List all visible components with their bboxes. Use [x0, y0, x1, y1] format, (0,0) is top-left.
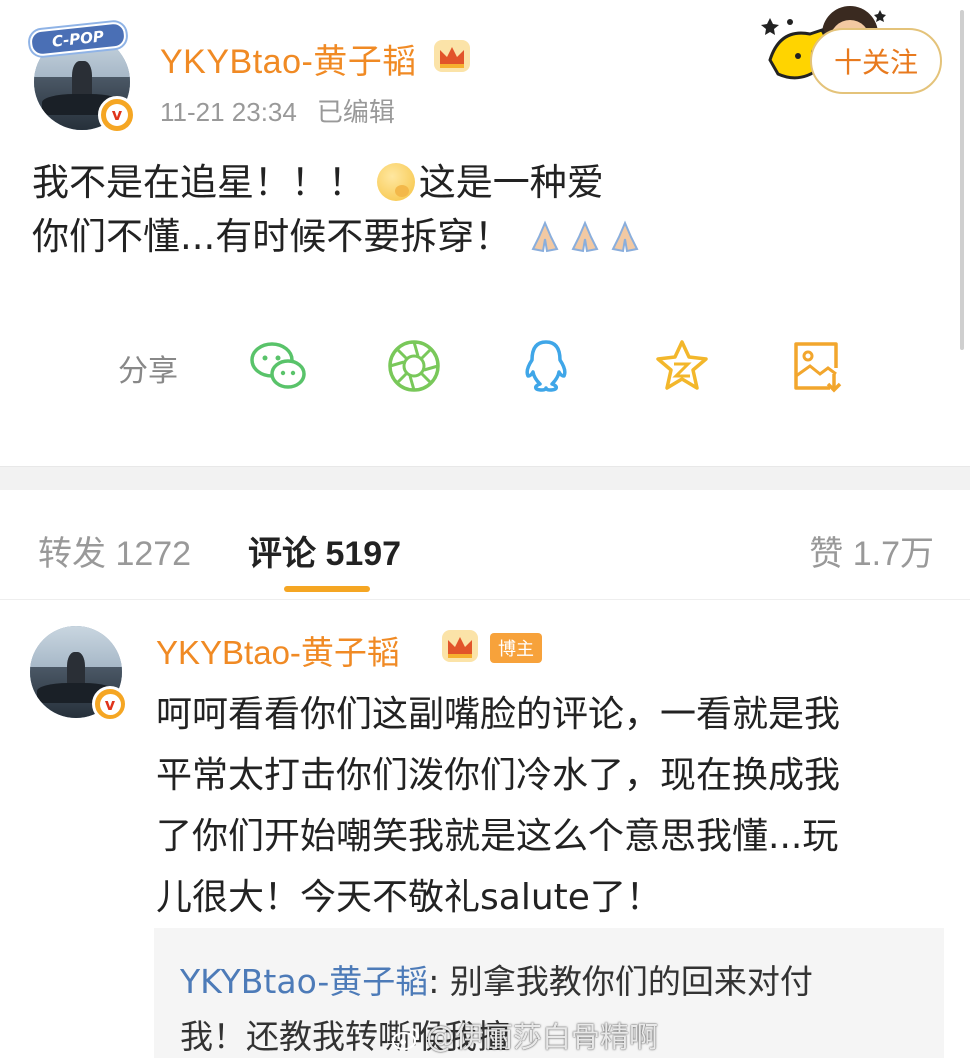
post-meta: 11-21 23:34 已编辑 [160, 92, 395, 129]
follow-button[interactable]: 十关注 [810, 28, 942, 94]
post-body: 我不是在追星！！！ 这是一种爱 你们不懂...有时候不要拆穿！ [32, 156, 932, 264]
save-image-icon[interactable] [788, 338, 848, 394]
post-text-line-2: 你们不懂...有时候不要拆穿！ [32, 215, 512, 258]
wechat-icon[interactable] [248, 338, 308, 394]
reply-author[interactable]: YKYBtao-黄子韬 [180, 962, 428, 1001]
post-text-line-1b: 这是一种爱 [418, 161, 604, 204]
section-divider [0, 466, 970, 490]
crown-icon [442, 630, 478, 662]
watermark-text: @伊丽莎白骨精啊 [426, 1020, 659, 1054]
comment-line: 了你们开始嘲笑我就是这么个意思我懂...玩 [156, 816, 839, 857]
post-timestamp: 11-21 23:34 [160, 97, 297, 127]
weibo-post: C-POP v YKYBtao-黄子韬 11-21 23:34 已编辑 十关注 我… [0, 0, 970, 470]
qzone-icon[interactable] [652, 338, 712, 394]
verified-badge-icon: v [98, 96, 136, 134]
post-text-line-1: 我不是在追星！！！ [32, 161, 365, 204]
pray-emoji-icon [611, 220, 639, 253]
commenter-name[interactable]: YKYBtao-黄子韬 [156, 626, 400, 674]
watermark: @伊丽莎白骨精啊 [392, 1014, 658, 1056]
scrollbar[interactable] [960, 10, 964, 350]
crown-icon [434, 40, 470, 72]
tab-likes[interactable]: 赞 1.7万 [809, 526, 934, 575]
moments-icon[interactable] [384, 338, 444, 394]
edited-label[interactable]: 已编辑 [317, 97, 395, 127]
tab-reposts[interactable]: 转发 1272 [38, 526, 191, 575]
pray-emoji-icon [571, 220, 599, 253]
comment-text: 呵呵看看你们这副嘴脸的评论，一看就是我 平常太打击你们泼你们冷水了，现在换成我 … [156, 684, 946, 928]
author-name[interactable]: YKYBtao-黄子韬 [160, 34, 417, 83]
tab-comments[interactable]: 评论 5197 [248, 526, 401, 575]
pray-emoji-icon [531, 220, 559, 253]
verified-badge-icon: v [92, 686, 128, 722]
comment-line: 呵呵看看你们这副嘴脸的评论，一看就是我 [156, 694, 841, 735]
host-badge: 博主 [490, 633, 542, 663]
weibo-logo-icon [392, 1028, 420, 1050]
reply-line-1: : 别拿我教你们的回来对付 [428, 962, 813, 1001]
comment-line: 儿很大！今天不敬礼salute了！ [156, 877, 662, 918]
qq-icon[interactable] [516, 338, 576, 394]
interaction-tabs: 转发 1272 评论 5197 赞 1.7万 [0, 490, 970, 600]
thinking-emoji-icon [376, 163, 415, 201]
share-label: 分享 [118, 354, 178, 389]
comment-line: 平常太打击你们泼你们冷水了，现在换成我 [156, 755, 841, 796]
comment-item: v YKYBtao-黄子韬 博主 呵呵看看你们这副嘴脸的评论，一看就是我 平常太… [0, 600, 970, 1058]
active-tab-indicator [284, 586, 370, 592]
share-row: 分享 [0, 330, 970, 400]
